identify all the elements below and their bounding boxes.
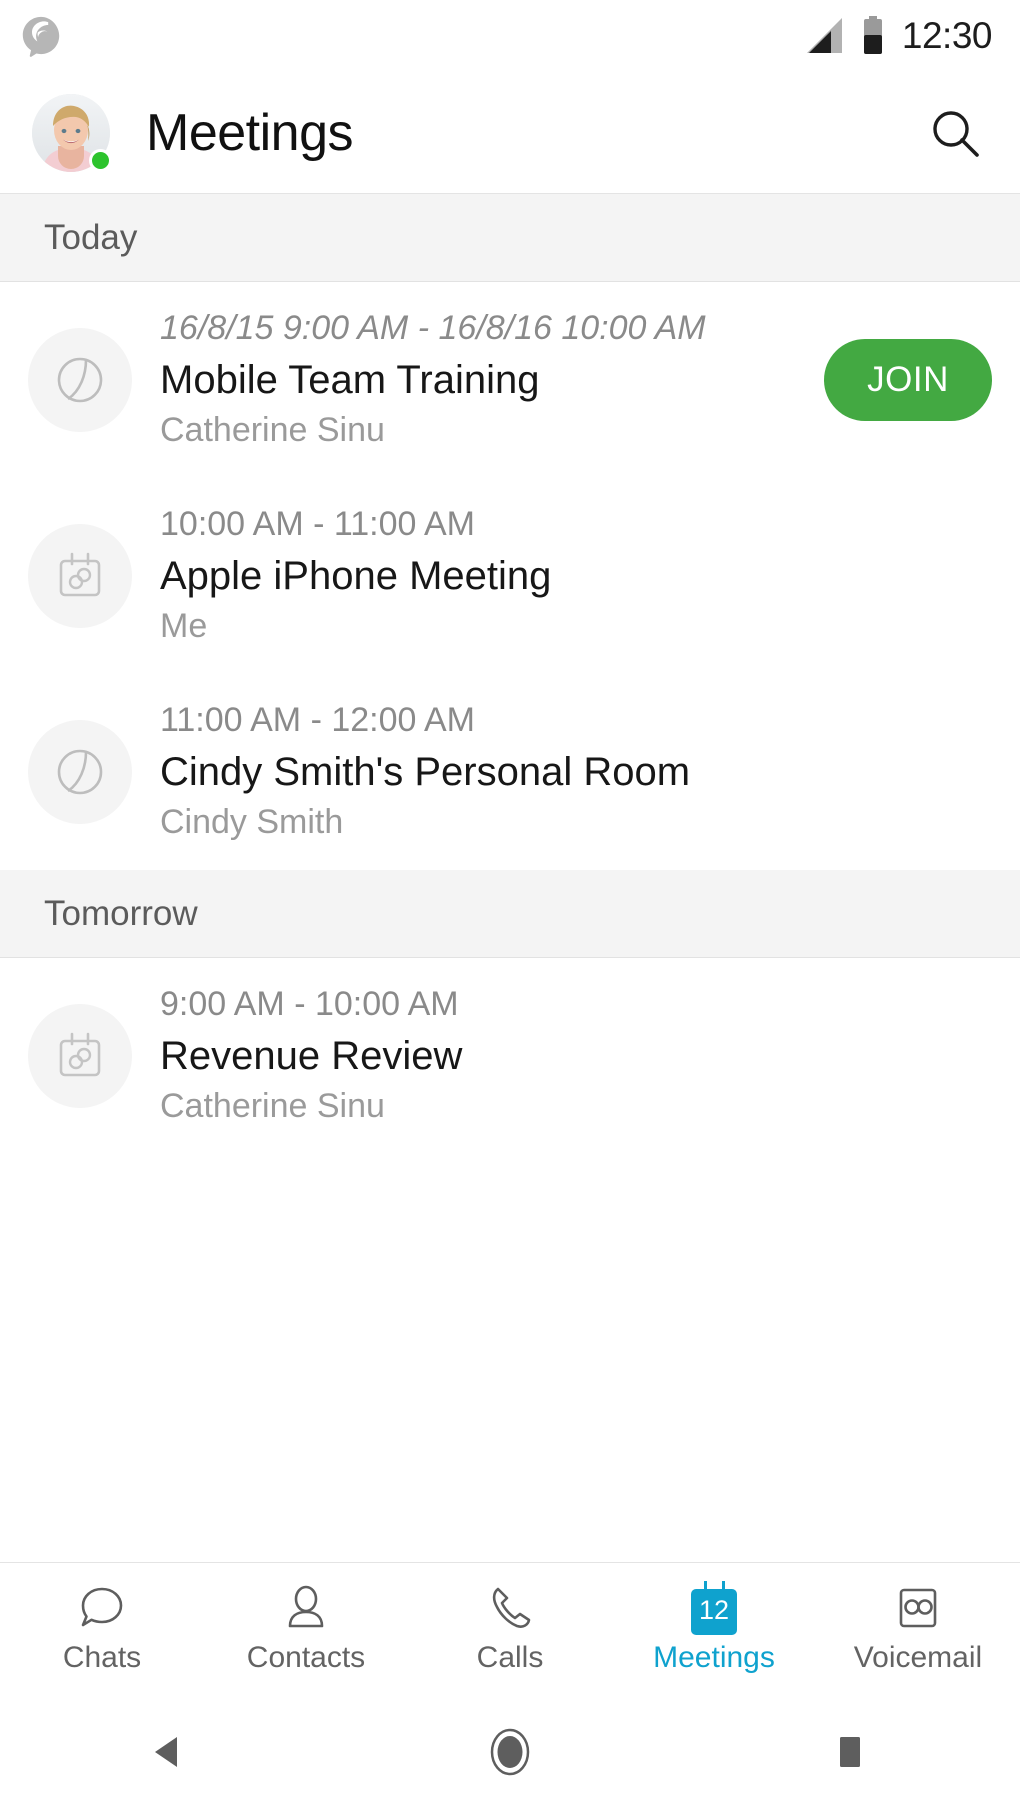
spark-logo-icon <box>18 13 64 59</box>
meeting-time: 16/8/15 9:00 AM - 16/8/16 10:00 AM <box>160 309 706 348</box>
calendar-link-icon <box>59 552 101 597</box>
meeting-row[interactable]: 10:00 AM - 11:00 AM Apple iPhone Meeting M… <box>0 478 1020 674</box>
tab-label: Contacts <box>246 1640 366 1674</box>
meeting-title: Mobile Team Training <box>160 358 540 402</box>
join-button[interactable]: JOIN <box>824 339 992 421</box>
recents-square-icon <box>840 1736 860 1767</box>
meeting-time: 10:00 AM - 11:00 AM <box>160 505 475 544</box>
tab-meetings[interactable]: 12 Meetings <box>612 1563 816 1690</box>
meeting-host: Me <box>160 607 208 645</box>
search-icon <box>933 110 979 157</box>
cellular-signal-icon <box>804 17 844 55</box>
meeting-type-icon <box>28 1004 132 1108</box>
meeting-time: 11:00 AM - 12:00 AM <box>160 701 475 740</box>
tab-chats[interactable]: Chats <box>0 1563 204 1690</box>
meeting-host: Cindy Smith <box>160 803 344 841</box>
status-bar: 12:30 <box>0 0 1020 72</box>
meeting-title: Revenue Review <box>160 1034 463 1078</box>
person-icon <box>288 1585 324 1627</box>
tab-label: Calls <box>476 1640 544 1674</box>
tab-icon-wrap <box>484 1581 536 1635</box>
meeting-type-icon <box>28 720 132 824</box>
meeting-details: 11:00 AM - 12:00 AM Cindy Smith's Persona… <box>160 698 992 846</box>
tab-voicemail[interactable]: Voicemail <box>816 1563 1020 1690</box>
section-header-label: Tomorrow <box>44 893 198 933</box>
meeting-row[interactable]: 11:00 AM - 12:00 AM Cindy Smith's Persona… <box>0 674 1020 870</box>
nav-back-button[interactable] <box>80 1690 260 1813</box>
meetings-badge-count: 12 <box>698 1595 730 1625</box>
tab-calls[interactable]: Calls <box>408 1563 612 1690</box>
calendar-icon: 12 <box>687 1580 741 1635</box>
meeting-type-icon <box>28 328 132 432</box>
meeting-details: 16/8/15 9:00 AM - 16/8/16 10:00 AM Mobile… <box>160 306 806 454</box>
back-triangle-icon <box>155 1736 177 1767</box>
status-bar-right: 12:30 <box>804 15 993 57</box>
meeting-row[interactable]: 16/8/15 9:00 AM - 16/8/16 10:00 AM Mobile… <box>0 282 1020 478</box>
page-title: Meetings <box>146 103 354 162</box>
meeting-host: Catherine Sinu <box>160 411 385 449</box>
meetings-list[interactable]: Today 16/8/15 9:00 AM - 16/8/16 10:00 AM M… <box>0 194 1020 1562</box>
personal-room-icon <box>57 749 103 795</box>
battery-half-icon <box>862 16 884 56</box>
bottom-tab-bar[interactable]: Chats Contacts Calls 12 Meetings Voicemail <box>0 1562 1020 1690</box>
search-button[interactable] <box>922 100 988 166</box>
tab-label: Voicemail <box>853 1640 983 1674</box>
meeting-row[interactable]: 9:00 AM - 10:00 AM Revenue Review Catherin… <box>0 958 1020 1154</box>
section-header-label: Today <box>44 217 138 257</box>
online-status-dot <box>89 148 112 172</box>
section-header: Today <box>0 194 1020 282</box>
personal-room-icon <box>57 357 103 403</box>
meeting-details: 10:00 AM - 11:00 AM Apple iPhone Meeting M… <box>160 502 992 650</box>
tab-icon-wrap <box>280 1581 332 1635</box>
tab-icon-wrap: 12 <box>687 1580 741 1635</box>
voicemail-icon <box>899 1588 937 1627</box>
tab-icon-wrap <box>892 1581 944 1635</box>
phone-screen: 12:30 Meetings Today 16/8/15 9:00 AM - 1… <box>0 0 1020 1813</box>
meeting-title: Apple iPhone Meeting <box>160 554 552 598</box>
chat-bubble-icon <box>81 1587 123 1626</box>
tab-contacts[interactable]: Contacts <box>204 1563 408 1690</box>
home-circle-icon <box>490 1728 530 1775</box>
section-header: Tomorrow <box>0 870 1020 958</box>
meeting-type-icon <box>28 524 132 628</box>
nav-home-button[interactable] <box>420 1690 600 1813</box>
meeting-host: Catherine Sinu <box>160 1087 385 1125</box>
phone-handset-icon <box>492 1587 531 1628</box>
meeting-details: 9:00 AM - 10:00 AM Revenue Review Catherin… <box>160 982 992 1130</box>
app-bar: Meetings <box>0 72 1020 194</box>
nav-recents-button[interactable] <box>760 1690 940 1813</box>
status-bar-left <box>18 13 64 59</box>
meeting-time: 9:00 AM - 10:00 AM <box>160 985 459 1024</box>
tab-icon-wrap <box>76 1581 128 1635</box>
tab-label: Meetings <box>653 1640 775 1674</box>
status-clock: 12:30 <box>901 15 993 56</box>
meeting-title: Cindy Smith's Personal Room <box>160 750 691 794</box>
calendar-link-icon <box>59 1032 101 1077</box>
tab-label: Chats <box>62 1640 142 1674</box>
avatar[interactable] <box>32 93 112 172</box>
android-nav-bar <box>0 1690 1020 1813</box>
